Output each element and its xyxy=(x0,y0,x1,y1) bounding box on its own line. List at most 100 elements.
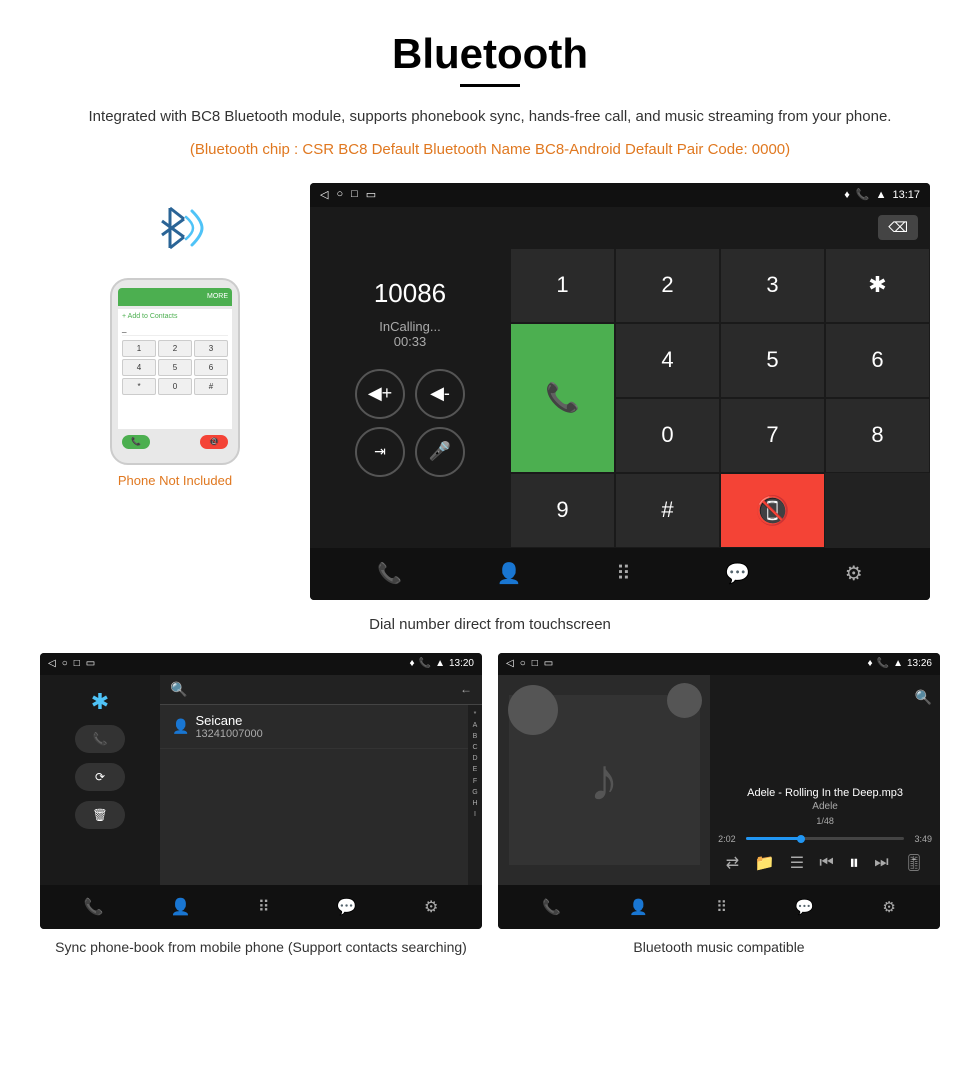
alpha-i[interactable]: I xyxy=(474,809,476,820)
mu-search-icon[interactable]: 🔍 xyxy=(915,689,932,706)
dial-key-1[interactable]: 1 xyxy=(510,248,615,323)
contact-avatar-icon: 👤 xyxy=(172,718,189,735)
call-accept-button[interactable]: 📞 xyxy=(510,323,615,473)
mu-equalizer-icon[interactable]: 🎚 xyxy=(904,853,924,873)
alpha-c[interactable]: C xyxy=(472,742,477,753)
mu-nav-messages-icon[interactable]: 💬 xyxy=(795,898,814,916)
nav-call-log-icon[interactable]: 📞 xyxy=(377,561,402,586)
alpha-b[interactable]: B xyxy=(473,731,478,742)
phone-end-button[interactable]: 📵 xyxy=(200,435,228,449)
call-end-button[interactable]: 📵 xyxy=(720,473,825,548)
pb-back-arrow-icon[interactable]: ← xyxy=(460,682,472,696)
nav-messages-icon[interactable]: 💬 xyxy=(725,561,750,586)
pb-back-icon[interactable]: ◁ xyxy=(48,658,56,669)
phonebook-caption: Sync phone-book from mobile phone (Suppo… xyxy=(55,937,467,958)
pb-search-bar: 🔍 ← xyxy=(160,675,482,705)
pb-nav-call-icon[interactable]: 📞 xyxy=(84,897,104,917)
dial-key-9[interactable]: 9 xyxy=(510,473,615,548)
dial-key-2[interactable]: 2 xyxy=(615,248,720,323)
key-hash[interactable]: # xyxy=(194,378,228,395)
dial-key-hash[interactable]: # xyxy=(615,473,720,548)
alpha-star[interactable]: * xyxy=(474,709,477,720)
mu-home-icon[interactable]: ○ xyxy=(520,658,526,669)
alpha-g[interactable]: G xyxy=(472,787,477,798)
contact-info: Seicane 13241007000 xyxy=(195,713,262,740)
dial-key-3[interactable]: 3 xyxy=(720,248,825,323)
pb-nav-contacts-icon[interactable]: 👤 xyxy=(171,897,191,917)
mu-nav-dialpad-icon[interactable]: ⠿ xyxy=(716,898,727,916)
pb-recent-icon[interactable]: □ xyxy=(74,658,80,669)
mu-prev-icon[interactable]: ⏮ xyxy=(819,854,833,872)
key-6[interactable]: 6 xyxy=(194,359,228,376)
pb-phone-btn[interactable]: 📞 xyxy=(75,725,125,753)
volume-down-button[interactable]: ◀- xyxy=(415,369,465,419)
key-star[interactable]: * xyxy=(122,378,156,395)
mu-main: ♪ 🔍 Adele - Rolling In the Deep.mp3 Adel… xyxy=(498,675,940,885)
microphone-button[interactable]: 🎤 xyxy=(415,427,465,477)
transfer-button[interactable]: ⇥ xyxy=(355,427,405,477)
alpha-e[interactable]: E xyxy=(473,764,478,775)
dial-key-6[interactable]: 6 xyxy=(825,323,930,398)
mu-next-icon[interactable]: ⏭ xyxy=(874,854,888,872)
key-1[interactable]: 1 xyxy=(122,340,156,357)
key-0[interactable]: 0 xyxy=(158,378,192,395)
dial-key-7[interactable]: 7 xyxy=(720,398,825,473)
mu-right-area: 🔍 Adele - Rolling In the Deep.mp3 Adele … xyxy=(710,675,940,885)
dial-key-0[interactable]: 0 xyxy=(615,398,720,473)
pb-contact-row[interactable]: 👤 Seicane 13241007000 xyxy=(160,705,468,749)
dial-key-4[interactable]: 4 xyxy=(615,323,720,398)
alpha-d[interactable]: D xyxy=(472,753,477,764)
mu-recent-icon[interactable]: □ xyxy=(532,658,538,669)
pb-bottom-nav: 📞 👤 ⠿ 💬 ⚙ xyxy=(40,885,482,929)
mu-nav-settings-icon[interactable]: ⚙ xyxy=(882,898,895,916)
key-3[interactable]: 3 xyxy=(194,340,228,357)
home-nav-icon[interactable]: ○ xyxy=(336,188,343,201)
dial-key-8[interactable]: 8 xyxy=(825,398,930,473)
mu-progress-dot xyxy=(797,835,805,843)
alpha-f[interactable]: F xyxy=(473,776,477,787)
mu-back-icon[interactable]: ◁ xyxy=(506,658,514,669)
pb-status-bar: ◁ ○ □ ▭ ♦ 📞 ▲ 13:20 xyxy=(40,653,482,675)
dial-key-5[interactable]: 5 xyxy=(720,323,825,398)
mu-progress-bar[interactable] xyxy=(746,837,904,840)
phone-call-button[interactable]: 📞 xyxy=(122,435,150,449)
key-4[interactable]: 4 xyxy=(122,359,156,376)
pb-delete-btn[interactable]: 🗑 xyxy=(75,801,125,829)
volume-up-button[interactable]: ◀+ xyxy=(355,369,405,419)
pb-main: ✱ 📞 ⟳ 🗑 🔍 ← xyxy=(40,675,482,885)
pb-sync-btn[interactable]: ⟳ xyxy=(75,763,125,791)
pb-nav-messages-icon[interactable]: 💬 xyxy=(337,897,357,917)
mu-time-total: 3:49 xyxy=(908,834,932,844)
pb-home-icon[interactable]: ○ xyxy=(62,658,68,669)
mu-list-icon[interactable]: ☰ xyxy=(790,853,804,873)
mu-shuffle-icon[interactable]: ⇄ xyxy=(726,853,739,873)
mu-status-left: ◁ ○ □ ▭ xyxy=(506,658,553,669)
status-left: ◁ ○ □ ▭ xyxy=(320,188,376,201)
backspace-button[interactable]: ⌫ xyxy=(878,215,918,240)
nav-settings-icon[interactable]: ⚙ xyxy=(845,561,863,586)
call-controls: ◀+ ◀- ⇥ 🎤 xyxy=(355,369,465,477)
back-nav-icon[interactable]: ◁ xyxy=(320,188,328,201)
mu-play-icon[interactable]: ⏸ xyxy=(849,852,859,875)
mu-status-bar: ◁ ○ □ ▭ ♦ 📞 ▲ 13:26 xyxy=(498,653,940,675)
dial-bottom-nav: 📞 👤 ⠿ 💬 ⚙ xyxy=(310,548,930,600)
pb-left-sidebar: ✱ 📞 ⟳ 🗑 xyxy=(40,675,160,885)
nav-dialpad-icon[interactable]: ⠿ xyxy=(616,561,631,586)
mu-nav-call-icon[interactable]: 📞 xyxy=(542,898,561,916)
pb-nav-settings-icon[interactable]: ⚙ xyxy=(424,897,438,917)
recent-nav-icon[interactable]: □ xyxy=(351,188,358,201)
dial-key-star[interactable]: ✱ xyxy=(825,248,930,323)
nav-contacts-icon[interactable]: 👤 xyxy=(497,561,522,586)
mu-nav-contacts-icon[interactable]: 👤 xyxy=(629,898,648,916)
dial-keypad-grid: 1 2 3 ✱ 📞 4 5 6 0 7 8 9 # 📵 xyxy=(510,248,930,548)
alpha-a[interactable]: A xyxy=(473,720,478,731)
pb-nav-dialpad-icon[interactable]: ⠿ xyxy=(258,897,270,917)
key-5[interactable]: 5 xyxy=(158,359,192,376)
number-input-bar: ⌫ xyxy=(510,207,930,248)
mu-time-current: 2:02 xyxy=(718,834,742,844)
key-2[interactable]: 2 xyxy=(158,340,192,357)
alpha-h[interactable]: H xyxy=(472,798,477,809)
bluetooth-star-icon: ✱ xyxy=(91,689,109,715)
mu-folder-icon[interactable]: 📁 xyxy=(754,853,774,873)
mu-progress-area: 2:02 3:49 xyxy=(718,834,932,844)
